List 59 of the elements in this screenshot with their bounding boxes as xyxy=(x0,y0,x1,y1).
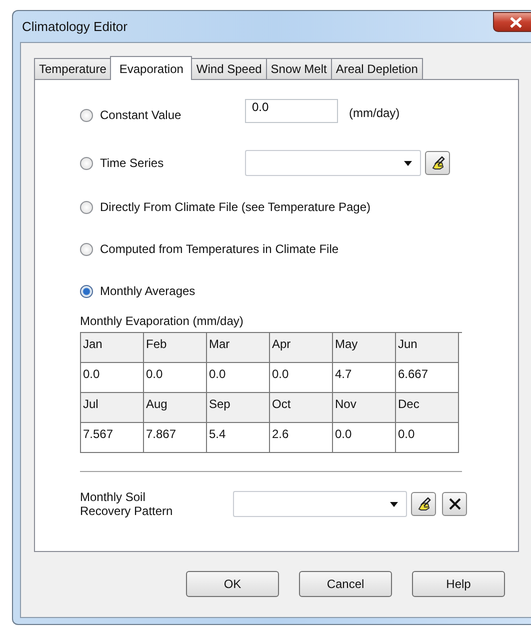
column-header: Sep xyxy=(207,393,270,423)
hand-pencil-icon xyxy=(416,496,432,512)
close-icon xyxy=(448,497,462,511)
table-cell[interactable]: 0.0 xyxy=(144,363,207,393)
radio-button[interactable] xyxy=(80,242,93,256)
column-header: Jan xyxy=(81,333,144,363)
tab[interactable]: Snow Melt xyxy=(266,58,332,79)
table-cell[interactable]: 4.7 xyxy=(333,363,396,393)
radio-button[interactable] xyxy=(80,108,93,122)
dropdown-field[interactable] xyxy=(233,491,407,517)
close-icon xyxy=(510,16,522,28)
tab[interactable]: Wind Speed xyxy=(191,58,267,79)
table-cell[interactable]: 7.867 xyxy=(144,423,207,453)
edit-button[interactable] xyxy=(425,151,450,175)
table-cell[interactable]: 5.4 xyxy=(207,423,270,453)
option-label: Directly From Climate File (see Temperature Page) xyxy=(100,200,371,214)
option-label: Computed from Temperatures in Climate File xyxy=(100,242,339,256)
table-cell[interactable]: 0.0 xyxy=(270,363,333,393)
column-header: Dec xyxy=(396,393,459,423)
table-cell[interactable]: 0.0 xyxy=(207,363,270,393)
option-label: Monthly Averages xyxy=(100,284,196,298)
edit-button[interactable] xyxy=(411,492,436,516)
table-cell[interactable]: 0.0 xyxy=(396,423,459,453)
dropdown-arrow-icon xyxy=(390,502,398,506)
radio-button[interactable] xyxy=(80,284,93,298)
unit-label: (mm/day) xyxy=(349,106,400,120)
column-header: Aug xyxy=(144,393,207,423)
table-cell[interactable]: 0.0 xyxy=(81,363,144,393)
radio-button[interactable] xyxy=(80,200,93,214)
column-header: Mar xyxy=(207,333,270,363)
column-header: Jul xyxy=(81,393,144,423)
dropdown-arrow-icon xyxy=(404,160,412,166)
dialog-button[interactable]: OK xyxy=(186,571,279,597)
column-header: Feb xyxy=(144,333,207,363)
column-header: Nov xyxy=(333,393,396,423)
table-title: Monthly Evaporation (mm/day) xyxy=(80,314,244,328)
tab[interactable]: Temperature xyxy=(34,58,112,79)
tab[interactable]: Areal Depletion xyxy=(330,58,423,79)
table-cell[interactable]: 7.567 xyxy=(81,423,144,453)
table-cell[interactable]: 2.6 xyxy=(270,423,333,453)
column-header: Apr xyxy=(270,333,333,363)
option-label: Time Series xyxy=(100,156,165,170)
hand-pencil-icon xyxy=(430,155,446,171)
dialog-button[interactable]: Help xyxy=(412,571,505,597)
radio-button[interactable] xyxy=(80,156,93,170)
soil-recovery-label: Monthly Soil Recovery Pattern xyxy=(80,490,174,518)
window-title: Climatology Editor xyxy=(21,19,128,34)
column-header: May xyxy=(333,333,396,363)
column-header: Oct xyxy=(270,393,333,423)
delete-button[interactable] xyxy=(442,492,467,516)
column-header: Jun xyxy=(396,333,459,363)
option-label: Constant Value xyxy=(100,108,182,122)
dropdown-field[interactable] xyxy=(245,150,421,176)
close-button[interactable] xyxy=(493,12,531,32)
table-cell[interactable]: 6.667 xyxy=(396,363,459,393)
table-cell[interactable]: 0.0 xyxy=(333,423,396,453)
tab[interactable]: Evaporation xyxy=(110,56,192,80)
value-field[interactable]: 0.0 xyxy=(245,99,338,123)
dialog-button[interactable]: Cancel xyxy=(299,571,392,597)
